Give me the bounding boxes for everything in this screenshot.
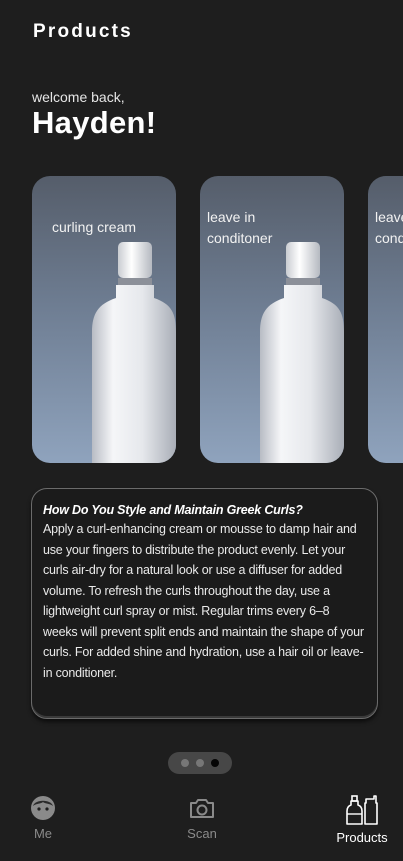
nav-scan[interactable]: Scan — [180, 795, 224, 841]
welcome-text: welcome back, — [32, 89, 125, 105]
pager-dot[interactable] — [196, 759, 204, 767]
product-card[interactable]: leave in conditoner — [368, 176, 403, 463]
face-icon — [31, 796, 55, 820]
tip-body: Apply a curl-enhancing cream or mousse t… — [43, 522, 364, 680]
camera-icon — [190, 799, 214, 818]
pager-dot-active[interactable] — [211, 759, 219, 767]
product-label: leave in conditoner — [375, 209, 403, 246]
product-card[interactable]: curling cream — [32, 176, 176, 463]
user-name: Hayden! — [32, 105, 157, 140]
page-title: Products — [33, 21, 133, 42]
nav-products-label: Products — [336, 830, 388, 845]
hair-tip-card: How Do You Style and Maintain Greek Curl… — [31, 488, 378, 719]
product-label: curling cream — [52, 219, 137, 235]
carousel-pager[interactable] — [168, 752, 232, 774]
bottles-icon — [346, 795, 378, 825]
product-card[interactable]: leave in conditoner — [200, 176, 344, 463]
bottle-image — [92, 242, 176, 463]
nav-scan-label: Scan — [187, 826, 217, 841]
pager-dot[interactable] — [181, 759, 189, 767]
nav-products[interactable]: Products — [330, 795, 394, 845]
nav-me[interactable]: Me — [22, 795, 64, 841]
product-carousel[interactable]: curling cream leave in conditoner leav c… — [0, 176, 403, 464]
tip-title: How Do You Style and Maintain Greek Curl… — [43, 503, 303, 517]
bottle-image — [260, 242, 344, 463]
nav-me-label: Me — [33, 826, 53, 841]
